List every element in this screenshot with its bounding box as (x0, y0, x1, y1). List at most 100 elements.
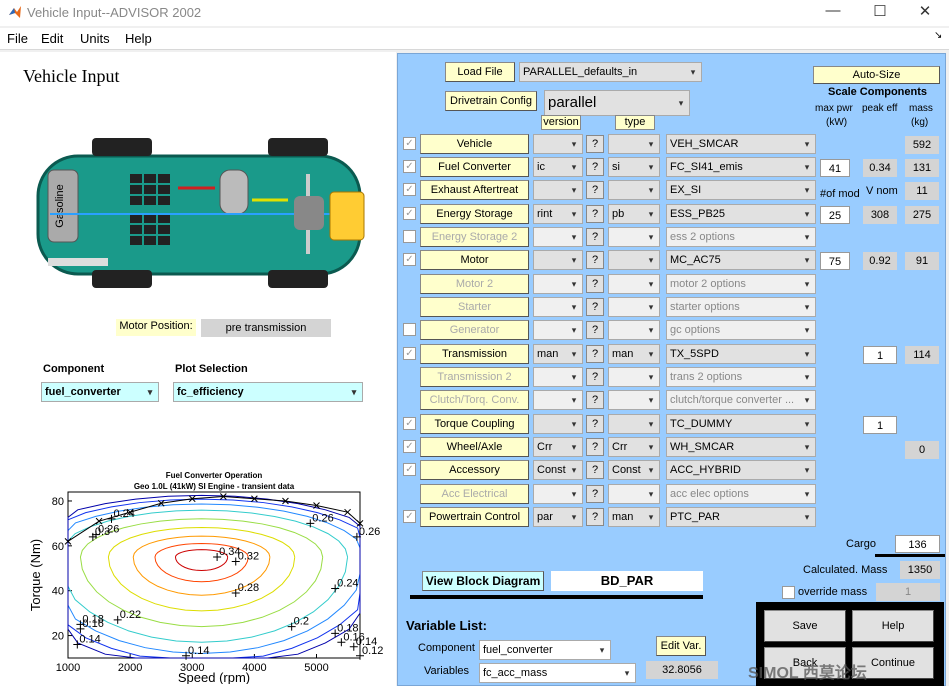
type-dropdown[interactable]: si ▾ (608, 157, 660, 177)
menu-units[interactable]: Units (80, 31, 110, 46)
help-question-button[interactable]: ? (586, 158, 604, 176)
version-dropdown[interactable]: ▾ (533, 180, 583, 200)
component-file-dropdown[interactable]: MC_AC75 ▾ (666, 250, 816, 270)
version-dropdown[interactable]: ▾ (533, 390, 583, 410)
help-question-button[interactable]: ? (586, 321, 604, 339)
component-file-dropdown[interactable]: motor 2 options ▾ (666, 274, 816, 294)
version-dropdown[interactable]: man ▾ (533, 344, 583, 364)
version-dropdown[interactable]: ▾ (533, 320, 583, 340)
component-file-dropdown[interactable]: PTC_PAR ▾ (666, 507, 816, 527)
component-button[interactable]: Wheel/Axle (420, 437, 529, 457)
override-mass-input[interactable]: 1 (876, 583, 940, 601)
help-question-button[interactable]: ? (586, 438, 604, 456)
component-file-dropdown[interactable]: VEH_SMCAR ▾ (666, 134, 816, 154)
save-button[interactable]: Save (764, 610, 846, 642)
peak-eff-input[interactable]: 1 (863, 346, 897, 364)
type-dropdown[interactable]: ▾ (608, 274, 660, 294)
load-file-dropdown[interactable]: PARALLEL_defaults_in ▾ (519, 62, 702, 82)
peak-eff-input[interactable]: 0.34 (863, 159, 897, 177)
type-dropdown[interactable]: ▾ (608, 134, 660, 154)
type-dropdown[interactable]: ▾ (608, 297, 660, 317)
peak-eff-input[interactable]: 0.92 (863, 252, 897, 270)
version-dropdown[interactable]: rint ▾ (533, 204, 583, 224)
help-question-button[interactable]: ? (586, 345, 604, 363)
help-question-button[interactable]: ? (586, 181, 604, 199)
version-dropdown[interactable]: ic ▾ (533, 157, 583, 177)
type-dropdown[interactable]: pb ▾ (608, 204, 660, 224)
plot-selection-dropdown[interactable]: fc_efficiency ▾ (173, 382, 363, 402)
component-file-dropdown[interactable]: WH_SMCAR ▾ (666, 437, 816, 457)
dock-icon[interactable]: ↘ (934, 30, 942, 41)
component-file-dropdown[interactable]: ACC_HYBRID ▾ (666, 460, 816, 480)
component-button[interactable]: Powertrain Control (420, 507, 529, 527)
type-dropdown[interactable]: Crr ▾ (608, 437, 660, 457)
type-dropdown[interactable]: man ▾ (608, 344, 660, 364)
help-question-button[interactable]: ? (586, 251, 604, 269)
component-file-dropdown[interactable]: trans 2 options ▾ (666, 367, 816, 387)
row-checkbox[interactable]: ✓ (403, 440, 416, 453)
type-dropdown[interactable]: Const ▾ (608, 460, 660, 480)
type-dropdown[interactable]: ▾ (608, 390, 660, 410)
drivetrain-dropdown[interactable]: parallel ▾ (544, 90, 690, 116)
view-block-diagram-button[interactable]: View Block Diagram (422, 571, 544, 591)
type-dropdown[interactable]: ▾ (608, 320, 660, 340)
drivetrain-config-button[interactable]: Drivetrain Config (445, 91, 537, 111)
override-mass-checkbox[interactable] (782, 586, 795, 599)
row-checkbox[interactable]: ✓ (403, 253, 416, 266)
row-checkbox[interactable]: ✓ (403, 463, 416, 476)
version-dropdown[interactable]: ▾ (533, 297, 583, 317)
max-power-input[interactable]: 41 (820, 159, 850, 177)
row-checkbox[interactable]: ✓ (403, 510, 416, 523)
component-button[interactable]: Fuel Converter (420, 157, 529, 177)
component-button[interactable]: Motor (420, 250, 529, 270)
version-dropdown[interactable]: ▾ (533, 250, 583, 270)
peak-eff-input[interactable]: 1 (863, 416, 897, 434)
row-checkbox[interactable] (403, 230, 416, 243)
component-button[interactable]: Energy Storage 2 (420, 227, 529, 247)
variables-dropdown[interactable]: fc_acc_mass ▾ (479, 663, 636, 683)
component-button[interactable]: Transmission (420, 344, 529, 364)
help-question-button[interactable]: ? (586, 485, 604, 503)
cargo-input[interactable]: 136 (895, 535, 940, 553)
component-button[interactable]: Starter (420, 297, 529, 317)
component-button[interactable]: Motor 2 (420, 274, 529, 294)
version-dropdown[interactable]: ▾ (533, 134, 583, 154)
version-dropdown[interactable]: ▾ (533, 274, 583, 294)
var-component-dropdown[interactable]: fuel_converter ▾ (479, 640, 611, 660)
component-button[interactable]: Torque Coupling (420, 414, 529, 434)
max-power-input[interactable]: 25 (820, 206, 850, 224)
component-button[interactable]: Clutch/Torq. Conv. (420, 390, 529, 410)
component-file-dropdown[interactable]: starter options ▾ (666, 297, 816, 317)
max-power-input[interactable]: 75 (820, 252, 850, 270)
help-question-button[interactable]: ? (586, 415, 604, 433)
component-button[interactable]: Energy Storage (420, 204, 529, 224)
row-checkbox[interactable]: ✓ (403, 160, 416, 173)
minimize-button[interactable]: — (818, 2, 848, 19)
component-button[interactable]: Accessory (420, 460, 529, 480)
row-checkbox[interactable]: ✓ (403, 207, 416, 220)
version-dropdown[interactable]: Crr ▾ (533, 437, 583, 457)
help-question-button[interactable]: ? (586, 228, 604, 246)
menu-help[interactable]: Help (125, 31, 152, 46)
help-question-button[interactable]: ? (586, 391, 604, 409)
component-dropdown[interactable]: fuel_converter ▾ (41, 382, 159, 402)
auto-size-button[interactable]: Auto-Size (813, 66, 940, 84)
type-dropdown[interactable]: ▾ (608, 227, 660, 247)
type-dropdown[interactable]: man ▾ (608, 507, 660, 527)
load-file-button[interactable]: Load File (445, 62, 515, 82)
version-dropdown[interactable]: ▾ (533, 414, 583, 434)
component-button[interactable]: Vehicle (420, 134, 529, 154)
version-dropdown[interactable]: ▾ (533, 484, 583, 504)
help-question-button[interactable]: ? (586, 298, 604, 316)
row-checkbox[interactable]: ✓ (403, 417, 416, 430)
menu-file[interactable]: File (7, 31, 28, 46)
menu-edit[interactable]: Edit (41, 31, 63, 46)
version-dropdown[interactable]: ▾ (533, 227, 583, 247)
component-file-dropdown[interactable]: clutch/torque converter ... ▾ (666, 390, 816, 410)
version-dropdown[interactable]: par ▾ (533, 507, 583, 527)
edit-var-button[interactable]: Edit Var. (656, 636, 706, 656)
component-file-dropdown[interactable]: ESS_PB25 ▾ (666, 204, 816, 224)
help-button[interactable]: Help (852, 610, 934, 642)
row-checkbox[interactable] (403, 323, 416, 336)
help-question-button[interactable]: ? (586, 461, 604, 479)
